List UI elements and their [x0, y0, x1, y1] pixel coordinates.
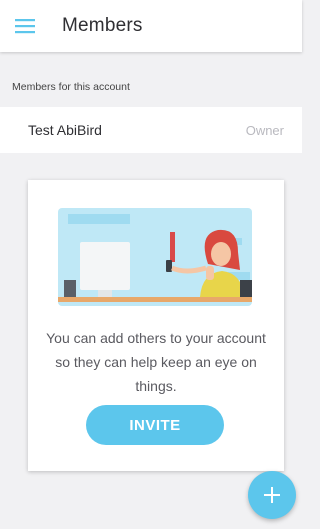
page-title: Members: [62, 15, 143, 36]
app-bar: Members: [0, 0, 302, 52]
woman-at-desk-illustration: [58, 208, 252, 306]
member-role: Owner: [245, 122, 284, 138]
plus-icon: [264, 487, 280, 503]
menu-button[interactable]: [10, 11, 40, 41]
invite-card: You can add others to your account so th…: [28, 180, 284, 471]
members-section-header: Members for this account: [12, 81, 130, 93]
invite-button[interactable]: INVITE: [86, 405, 224, 445]
member-row[interactable]: Test AbiBird Owner: [0, 107, 302, 153]
invite-description: You can add others to your account so th…: [46, 330, 266, 394]
hamburger-menu-icon: [15, 19, 35, 34]
add-member-fab[interactable]: [248, 471, 296, 519]
member-name: Test AbiBird: [28, 122, 102, 138]
